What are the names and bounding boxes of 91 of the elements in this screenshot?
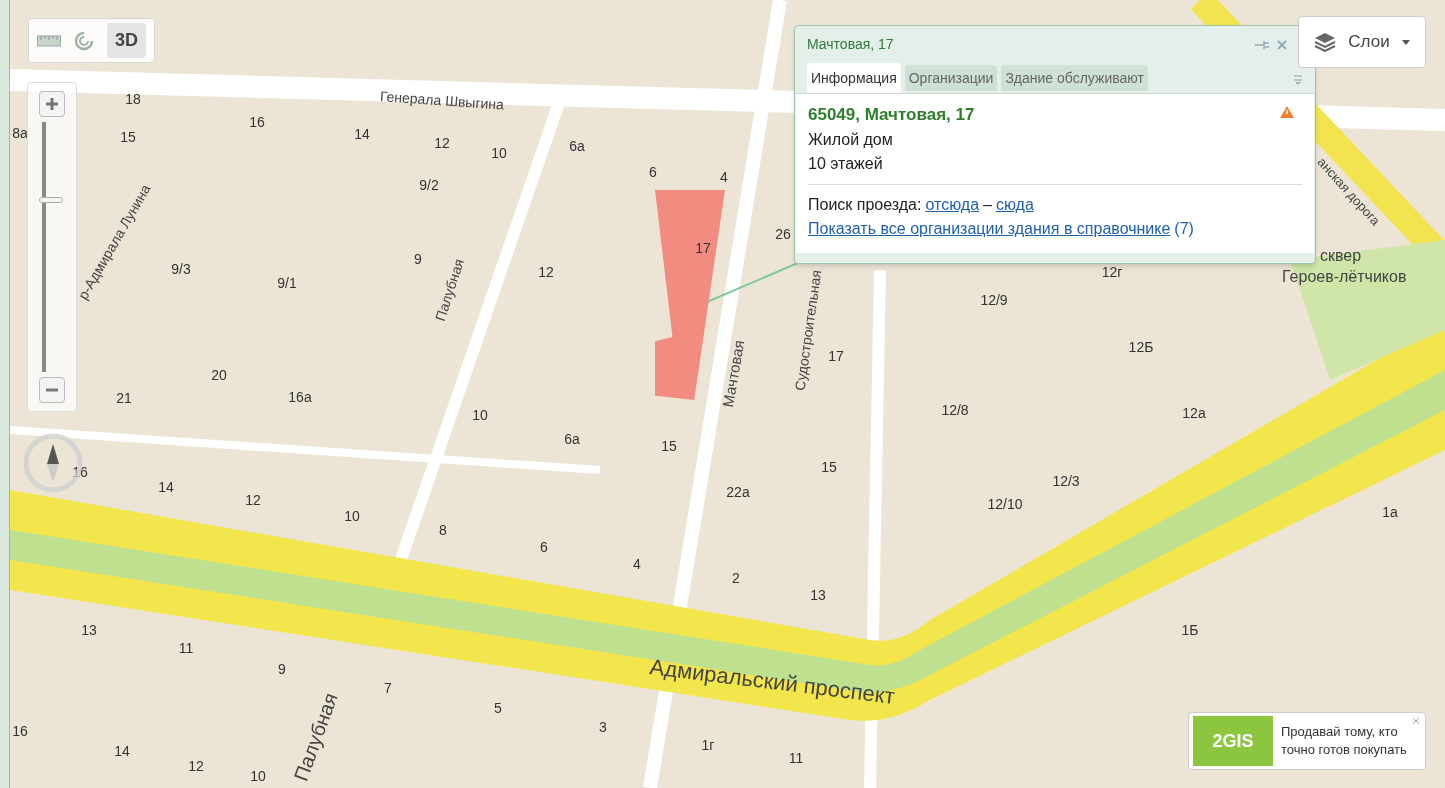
popup-tab[interactable]: Здание обслуживают	[1001, 65, 1148, 91]
building-number: 3	[599, 717, 607, 737]
ruler-icon[interactable]	[37, 34, 61, 47]
building-number: 12/3	[1052, 471, 1080, 491]
zoom-slider-thumb[interactable]	[39, 197, 63, 203]
organizations-count: (7)	[1174, 218, 1194, 239]
brand-logo: 2GIS	[1193, 716, 1273, 766]
close-icon[interactable]	[1413, 718, 1419, 724]
building-number: 26	[775, 224, 791, 244]
building-number: 15	[821, 457, 837, 477]
building-number: 21	[116, 388, 132, 408]
all-organizations-link[interactable]: Показать все организации здания в справочнике	[808, 216, 1171, 241]
close-icon[interactable]	[1277, 39, 1287, 50]
street-label: сквер	[1320, 246, 1362, 266]
building-number: 2	[732, 568, 740, 588]
building-number: 6а	[569, 136, 585, 156]
building-number: 4	[633, 554, 641, 574]
street-label: Героев-лётчиков	[1282, 267, 1407, 287]
building-number: 9/3	[171, 259, 191, 279]
building-number: 1г	[701, 735, 715, 755]
building-number: 12/9	[980, 290, 1008, 310]
building-number: 1Б	[1181, 620, 1199, 640]
building-address: 65049, Мачтовая, 17	[808, 104, 975, 126]
building-number: 13	[81, 620, 97, 640]
building-number: 12	[245, 490, 261, 510]
building-number: 15	[120, 127, 136, 147]
layers-icon	[1314, 32, 1337, 52]
view-3d-button[interactable]: 3D	[107, 23, 146, 58]
building-number: 20	[211, 365, 227, 385]
building-number: 12/10	[987, 494, 1023, 514]
building-number: 16	[12, 721, 28, 741]
building-number: 6	[540, 537, 548, 557]
building-number: 17	[828, 346, 844, 366]
zoom-out-button[interactable]	[39, 377, 65, 403]
building-number: 15	[661, 436, 677, 456]
building-number: 12	[188, 756, 204, 776]
building-number: 16	[72, 462, 88, 482]
building-number: 12а	[1182, 403, 1206, 423]
highlighted-building[interactable]: 17	[655, 190, 725, 400]
popup-title: Мачтовая, 17	[807, 35, 894, 54]
warning-icon[interactable]	[1280, 106, 1294, 118]
building-number: 13	[810, 585, 826, 605]
ad-banner[interactable]: 2GIS Продавай тому, кто точно готов покупать	[1188, 712, 1426, 770]
dash-separator: –	[983, 194, 992, 215]
building-type: Жилой дом	[808, 129, 894, 150]
route-from-link[interactable]: отсюда	[925, 192, 980, 217]
traffic-icon[interactable]	[73, 29, 95, 52]
building-number: 14	[114, 741, 130, 761]
building-number: 10	[250, 766, 266, 786]
building-number: 7	[384, 678, 392, 698]
floor-count: 10 этажей	[808, 153, 884, 174]
popup-tab[interactable]: Организации	[904, 65, 998, 91]
building-number: 8а	[12, 123, 28, 143]
layers-button[interactable]: Слои	[1298, 16, 1426, 68]
pin-icon[interactable]	[1255, 39, 1269, 50]
building-number: 12/8	[941, 400, 969, 420]
street-label: Адмиральский проспект	[648, 653, 897, 711]
building-number: 6а	[564, 429, 580, 449]
building-number: 16	[249, 112, 265, 132]
building-number: 9	[414, 249, 422, 269]
building-number: 18	[125, 89, 141, 109]
plus-icon	[45, 97, 59, 111]
building-number: 10	[344, 506, 360, 526]
building-number: 6	[649, 162, 657, 182]
tab-overflow-icon[interactable]	[1293, 75, 1303, 85]
building-number: 4	[720, 167, 728, 187]
building-number: 10	[491, 143, 507, 163]
building-number: 11	[178, 638, 194, 658]
caret-icon	[1401, 39, 1410, 45]
building-number: 12г	[1101, 262, 1123, 282]
building-number: 12Б	[1128, 337, 1154, 357]
building-number: 5	[494, 698, 502, 718]
building-number: 9	[278, 659, 286, 679]
building-number: 14	[354, 124, 370, 144]
building-number: 9/1	[277, 273, 297, 293]
street-label: Генерала Швыгина	[379, 87, 505, 115]
building-number: 22а	[726, 482, 750, 502]
building-number: 16а	[288, 387, 312, 407]
building-number: 8	[439, 520, 447, 540]
route-to-link[interactable]: сюда	[995, 192, 1034, 217]
building-number: 12	[434, 133, 450, 153]
building-number: 10	[472, 405, 488, 425]
building-number: 9/2	[419, 175, 439, 195]
popup-tab[interactable]: Информация	[807, 63, 901, 93]
zoom-in-button[interactable]	[39, 91, 65, 117]
building-number: 14	[158, 477, 174, 497]
route-search-label: Поиск проезда:	[808, 194, 922, 215]
building-number: 12	[538, 262, 554, 282]
building-number: 1а	[1382, 502, 1398, 522]
ad-text: Продавай тому, кто точно готов покупать	[1281, 723, 1408, 759]
building-number: 11	[788, 748, 804, 768]
